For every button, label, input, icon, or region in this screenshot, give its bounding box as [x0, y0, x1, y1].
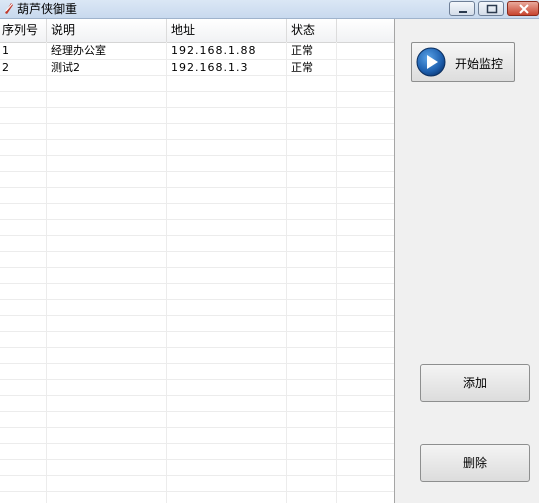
grid-line [0, 267, 394, 268]
grid-line [0, 299, 394, 300]
row-serial: 2 [2, 61, 9, 74]
minimize-icon [459, 11, 467, 13]
grid-line [0, 459, 394, 460]
grid-line [0, 139, 394, 140]
device-list[interactable]: 序列号 说明 地址 状态 1 经理办公室 192.168.1.88 正常 2 测… [0, 19, 395, 503]
grid-line [0, 123, 394, 124]
control-panel [395, 19, 539, 503]
title-bar: 葫芦侠御重 [0, 0, 539, 19]
table-row[interactable]: 2 测试2 192.168.1.3 正常 [0, 60, 394, 76]
table-row[interactable]: 1 经理办公室 192.168.1.88 正常 [0, 43, 394, 59]
maximize-button[interactable] [478, 1, 504, 16]
start-monitoring-button[interactable]: 开始监控 [411, 42, 515, 82]
close-button[interactable] [507, 1, 539, 16]
grid-line [0, 283, 394, 284]
grid-line [286, 42, 287, 503]
grid-line [0, 203, 394, 204]
row-serial: 1 [2, 44, 9, 57]
grid-line [0, 491, 394, 492]
grid-line [0, 395, 394, 396]
grid-line [0, 411, 394, 412]
grid-line [166, 42, 167, 503]
row-description: 经理办公室 [51, 44, 106, 57]
grid-line [0, 347, 394, 348]
grid-line [0, 475, 394, 476]
grid-line [0, 363, 394, 364]
list-header: 序列号 说明 地址 状态 [0, 19, 394, 43]
app-icon [5, 3, 13, 14]
start-monitoring-label: 开始监控 [455, 57, 504, 71]
grid-line [0, 379, 394, 380]
grid-line [0, 315, 394, 316]
maximize-icon [486, 4, 498, 14]
close-icon [519, 4, 529, 14]
delete-button[interactable]: 删除 [420, 444, 530, 482]
row-description: 测试2 [51, 61, 80, 74]
column-header-address[interactable]: 地址 [167, 19, 287, 42]
column-header-description[interactable]: 说明 [47, 19, 167, 42]
column-header-serial[interactable]: 序列号 [0, 19, 47, 42]
grid-line [0, 331, 394, 332]
row-status: 正常 [291, 44, 313, 57]
grid-line [0, 427, 394, 428]
window-title: 葫芦侠御重 [17, 2, 78, 16]
grid-line [0, 107, 394, 108]
grid-line [0, 171, 394, 172]
row-address: 192.168.1.88 [171, 44, 257, 57]
grid-line [0, 443, 394, 444]
grid-line [0, 187, 394, 188]
grid-line [0, 91, 394, 92]
grid-line [46, 42, 47, 503]
grid-line [0, 235, 394, 236]
add-button[interactable]: 添加 [420, 364, 530, 402]
play-icon [416, 47, 446, 77]
minimize-button[interactable] [449, 1, 475, 16]
column-header-empty [337, 19, 394, 42]
column-header-status[interactable]: 状态 [287, 19, 337, 42]
grid-line [0, 251, 394, 252]
grid-line [0, 155, 394, 156]
row-address: 192.168.1.3 [171, 61, 249, 74]
row-status: 正常 [291, 61, 313, 74]
grid-line [0, 219, 394, 220]
grid-line [336, 42, 337, 503]
